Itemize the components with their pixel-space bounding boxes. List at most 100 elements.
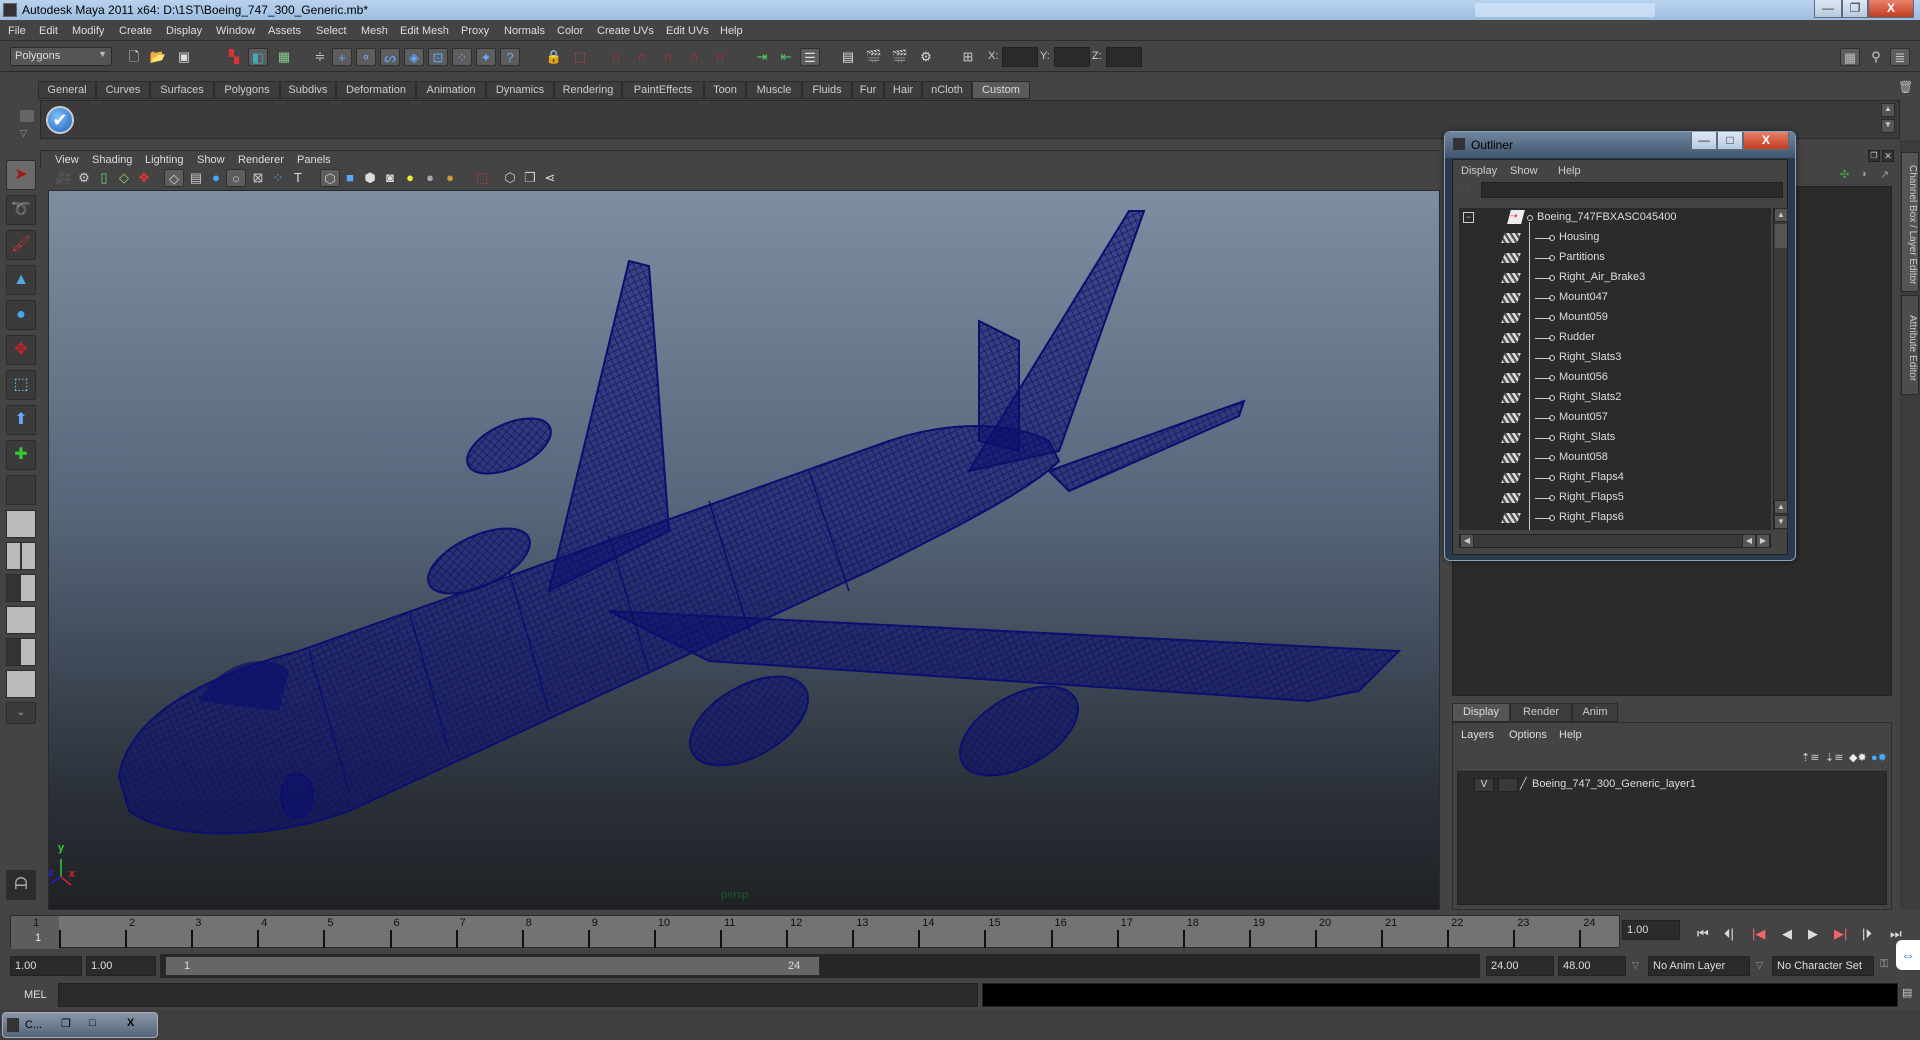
default-lighting-icon[interactable]: ● <box>400 169 420 187</box>
select-curves-icon[interactable]: ᔕ <box>380 48 400 66</box>
outliner-menu-display[interactable]: Display <box>1461 165 1497 177</box>
remote-control-icon[interactable]: ⇔ <box>1896 940 1920 970</box>
select-object-icon[interactable]: ◧ <box>248 48 268 66</box>
layer-playback-toggle[interactable] <box>1498 778 1518 792</box>
panel-float-icon[interactable]: ❐ <box>1868 150 1880 162</box>
menu-normals[interactable]: Normals <box>504 25 545 37</box>
z-input[interactable] <box>1106 47 1142 67</box>
manipulator-icon[interactable]: ✣ <box>1840 168 1849 181</box>
ipr-render-icon[interactable]: 🎬 <box>890 48 910 66</box>
y-input[interactable] <box>1054 47 1090 67</box>
shelf-tab-muscle[interactable]: Muscle <box>746 81 802 99</box>
command-input[interactable] <box>58 983 978 1007</box>
scroll-up-icon[interactable]: ▲ <box>1774 208 1788 222</box>
layer-row[interactable]: V ╱ Boeing_747_300_Generic_layer1 <box>1458 772 1888 798</box>
grid-toggle-icon[interactable]: ◇ <box>164 169 184 187</box>
film-gate-icon[interactable]: ▤ <box>186 169 206 187</box>
new-empty-layer-icon[interactable]: ◆✸ <box>1849 751 1867 764</box>
current-time-field[interactable]: 1.00 <box>1622 920 1680 940</box>
menu-edit-mesh[interactable]: Edit Mesh <box>400 25 449 37</box>
menu-edit[interactable]: Edit <box>39 25 58 37</box>
anim-layer-dropdown-icon[interactable]: ▽ <box>1632 960 1639 971</box>
step-back-frame-icon[interactable]: ⏴| <box>1724 926 1734 942</box>
new-layer-from-selection-icon[interactable]: ●✸ <box>1871 751 1887 764</box>
soft-modification-icon[interactable]: ⬆ <box>6 405 36 435</box>
start-time-field[interactable]: 1.00 <box>10 956 82 976</box>
character-set-dropdown-icon[interactable]: ▽ <box>1756 960 1763 971</box>
tab-channel-box-layer-editor[interactable]: Channel Box / Layer Editor <box>1901 152 1919 292</box>
lasso-tool-icon[interactable]: ➰ <box>6 195 36 225</box>
outliner-item[interactable]: Mount056 <box>1459 368 1771 388</box>
layer-tab-display[interactable]: Display <box>1452 703 1510 722</box>
outliner-titlebar[interactable]: Outliner — □ X <box>1445 132 1795 158</box>
xray-joints-icon[interactable]: ❐ <box>520 169 540 187</box>
snap-point-icon[interactable]: ∩ <box>658 48 678 66</box>
resolution-gate-icon[interactable]: ● <box>206 169 226 187</box>
play-backwards-icon[interactable]: ◀ <box>1782 926 1792 942</box>
vp-menu-shading[interactable]: Shading <box>92 154 132 166</box>
shelf-tab-fluids[interactable]: Fluids <box>802 81 852 99</box>
outliner-item[interactable]: Mount047 <box>1459 288 1771 308</box>
shelf-scroll-down-icon[interactable]: ▼ <box>1881 119 1895 133</box>
make-live-icon[interactable]: ∩ <box>710 48 730 66</box>
time-slider[interactable]: 1 1 2 3 4 5 6 7 8 9 10 11 12 13 14 15 16 17 18 19 20 21 22 23 2… <box>10 915 1620 949</box>
auto-key-icon[interactable]: ⚿ <box>1880 958 1888 971</box>
gate-mask-icon[interactable]: ○ <box>226 169 246 187</box>
layer-visibility-toggle[interactable]: V <box>1474 778 1494 792</box>
layer-color-swatch-icon[interactable]: ╱ <box>1520 777 1527 790</box>
shelf-tab-curves[interactable]: Curves <box>96 81 150 99</box>
outliner-root-item[interactable]: − ➝ Boeing_747FBXASC045400 <box>1459 208 1771 228</box>
layer-menu-help[interactable]: Help <box>1559 729 1582 741</box>
render-settings-icon[interactable]: ⚙ <box>916 48 936 66</box>
outliner-menu-help[interactable]: Help <box>1558 165 1581 177</box>
outliner-item[interactable]: Mount059 <box>1459 308 1771 328</box>
image-plane-icon[interactable]: ◇ <box>114 169 134 187</box>
outliner-item[interactable]: Right_Slats2 <box>1459 388 1771 408</box>
shelf-tab-dynamics[interactable]: Dynamics <box>486 81 554 99</box>
select-deformations-icon[interactable]: ⊡ <box>428 48 448 66</box>
new-scene-icon[interactable]: 🗋 <box>124 48 144 66</box>
transform-input-icon[interactable]: ⊞ <box>958 48 978 66</box>
select-hierarchy-icon[interactable]: ▚ <box>224 48 244 66</box>
outliner-maximize-button[interactable]: □ <box>1717 132 1743 150</box>
share-icon[interactable]: ⋖ <box>540 169 560 187</box>
outliner-item[interactable]: Right_Flaps5 <box>1459 488 1771 508</box>
menu-edit-uvs[interactable]: Edit UVs <box>666 25 709 37</box>
camera-attributes-icon[interactable]: ⚙ <box>74 169 94 187</box>
checkmark-shelf-icon[interactable]: ✔ <box>46 106 74 134</box>
menu-create-uvs[interactable]: Create UVs <box>597 25 654 37</box>
restore-button[interactable]: ❐ <box>1842 0 1868 18</box>
safe-title-icon[interactable]: T <box>288 169 308 187</box>
more-layouts-icon[interactable]: ⌄ <box>6 702 36 724</box>
perspective-viewport[interactable]: y x z persp <box>48 190 1440 910</box>
lock-selection-icon[interactable]: 🔒 <box>544 48 564 66</box>
bookmarks-icon[interactable]: ▯ <box>94 169 114 187</box>
playback-start-field[interactable]: 1.00 <box>86 956 156 976</box>
outliner-item[interactable]: Right_Flaps6 <box>1459 508 1771 528</box>
shelf-tab-painteffects[interactable]: PaintEffects <box>622 81 704 99</box>
layer-name[interactable]: Boeing_747_300_Generic_layer1 <box>1532 778 1696 790</box>
attribute-editor-toggle-icon[interactable]: ▦ <box>1840 48 1860 66</box>
outliner-item[interactable]: Right_Flaps4 <box>1459 468 1771 488</box>
render-current-icon[interactable]: 🎬 <box>864 48 884 66</box>
end-time-field[interactable]: 48.00 <box>1558 956 1626 976</box>
persp-outliner-layout-icon[interactable] <box>6 574 36 602</box>
shelf-tab-ncloth[interactable]: nCloth <box>922 81 972 99</box>
menu-color[interactable]: Color <box>557 25 583 37</box>
step-forward-key-icon[interactable]: ▶| <box>1834 926 1847 942</box>
layer-tab-anim[interactable]: Anim <box>1572 703 1618 722</box>
filter-select-icon[interactable]: ⬚ <box>1459 182 1469 195</box>
highlight-selection-icon[interactable]: ⬚ <box>570 48 590 66</box>
shelf-tab-toon[interactable]: Toon <box>704 81 746 99</box>
hyper-icon[interactable]: ↗ <box>1880 168 1889 181</box>
all-lights-icon[interactable]: ● <box>420 169 440 187</box>
vp-menu-show[interactable]: Show <box>197 154 225 166</box>
selection-mask-icon[interactable]: ≑ <box>310 48 330 66</box>
snap-handles-icon[interactable]: + <box>332 48 352 66</box>
save-scene-icon[interactable]: ▣ <box>174 48 194 66</box>
shelf-options-icon[interactable]: ▽ <box>20 128 27 139</box>
snap-grid-icon[interactable]: ∩ <box>606 48 626 66</box>
select-dynamics-icon[interactable]: ⁘ <box>452 48 472 66</box>
shelf-tab-deformation[interactable]: Deformation <box>336 81 416 99</box>
close-icon[interactable]: X <box>127 1017 134 1029</box>
